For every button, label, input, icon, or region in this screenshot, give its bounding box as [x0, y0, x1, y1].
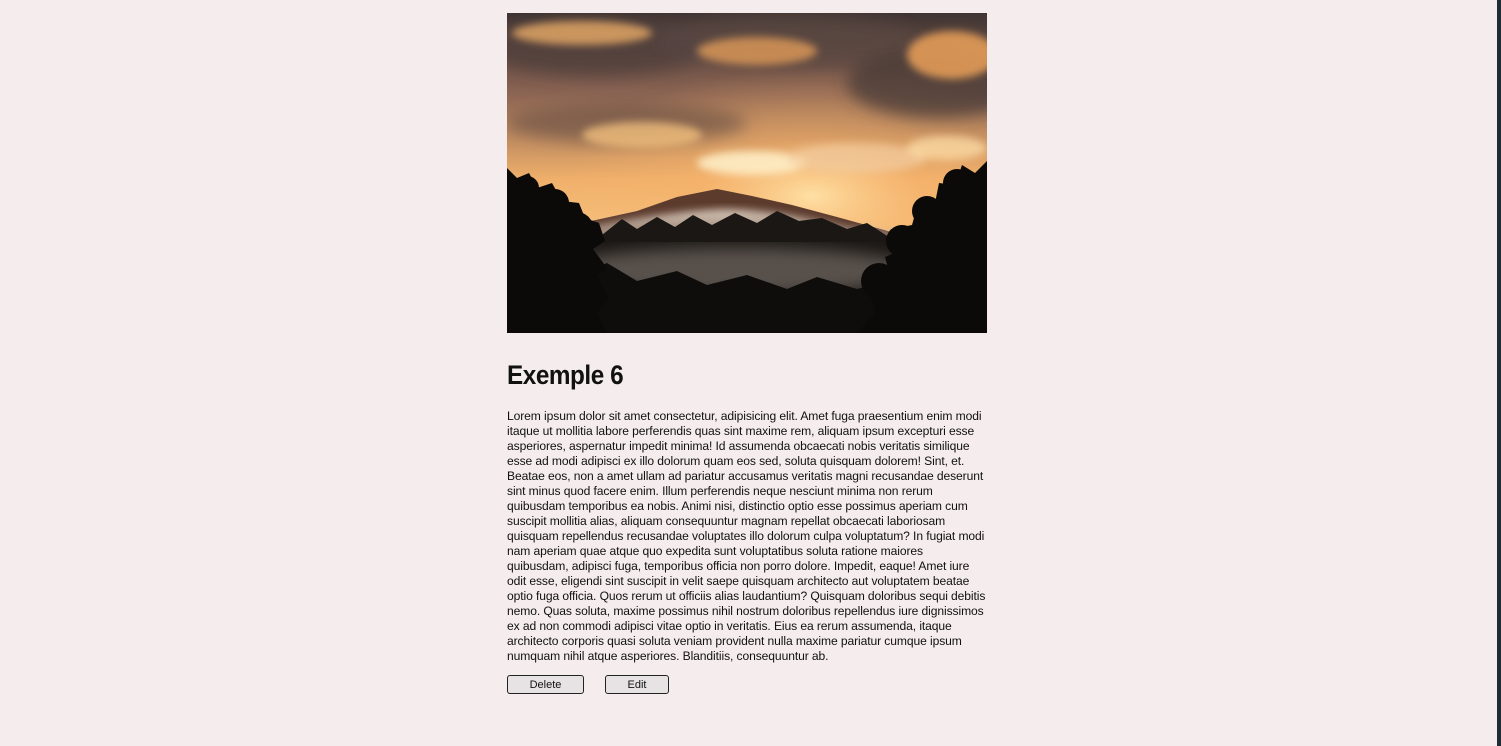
- article-card: Exemple 6 Lorem ipsum dolor sit amet con…: [507, 13, 987, 695]
- edit-button[interactable]: Edit: [605, 675, 669, 695]
- article-body: Lorem ipsum dolor sit amet consectetur, …: [507, 409, 986, 664]
- window-right-edge: [1497, 0, 1501, 746]
- delete-button[interactable]: Delete: [507, 675, 584, 695]
- action-bar: Delete Edit: [507, 675, 987, 695]
- page-title: Exemple 6: [507, 360, 624, 390]
- hero-image: [507, 13, 987, 333]
